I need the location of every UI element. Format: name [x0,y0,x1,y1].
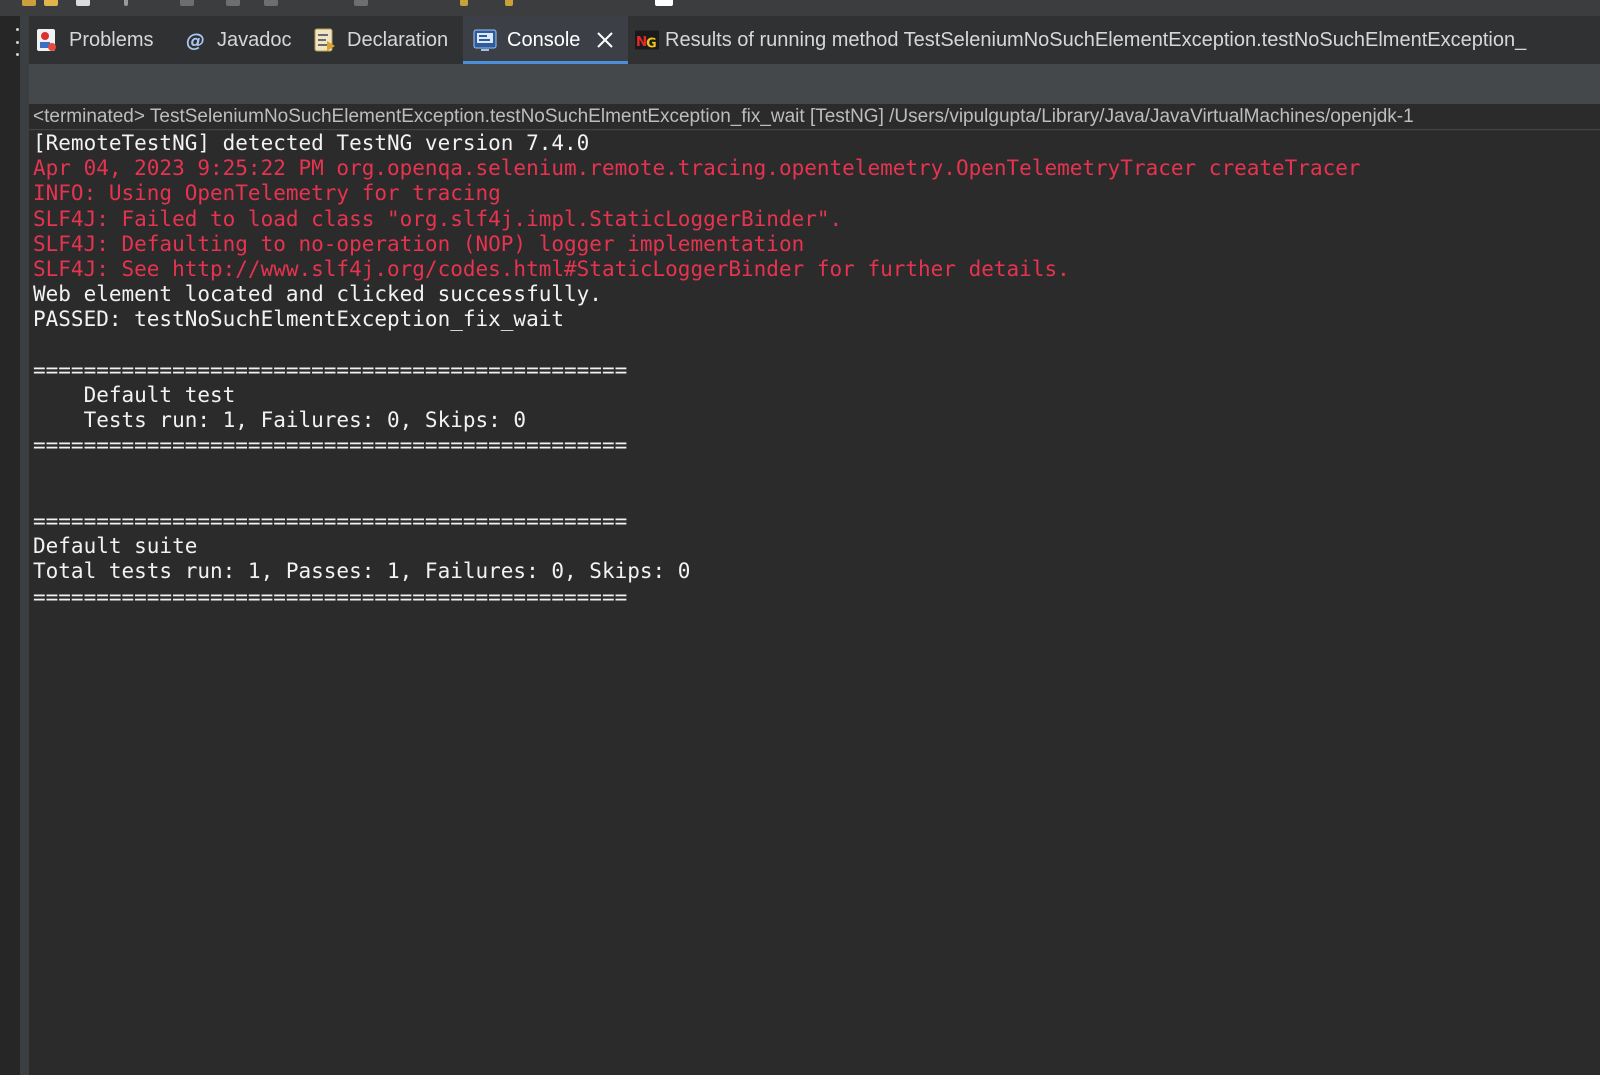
toolbar-icon[interactable] [226,0,240,6]
toolbar-icon[interactable] [264,0,278,6]
console-line: Web element located and clicked successf… [33,282,602,307]
toolbar-icon[interactable] [655,0,673,6]
tab-label: Declaration [347,28,449,51]
tab-label: Javadoc [217,28,292,51]
toolbar-icon[interactable] [44,0,58,6]
console-line: ========================================… [33,509,628,533]
toolbar-icon[interactable] [460,0,468,6]
toolbar-icon[interactable] [22,0,36,6]
console-header: <terminated> TestSeleniumNoSuchElementEx… [29,104,1600,130]
toolbar-icon[interactable] [76,0,90,6]
toolbar-icon[interactable] [124,0,128,6]
console-line: Total tests run: 1, Passes: 1, Failures:… [33,559,691,584]
console-output[interactable]: [RemoteTestNG] detected TestNG version 7… [29,131,1600,1075]
console-line: SLF4J: See http://www.slf4j.org/codes.ht… [33,257,1070,281]
console-line: SLF4J: Defaulting to no-operation (NOP) … [33,231,805,256]
gutter-border [20,16,29,1075]
console-toolbar [29,64,1600,104]
problems-icon [35,27,59,53]
tab-label: Console [507,28,581,51]
console-line: Default test [33,383,236,407]
view-tab-bar: Problems @ Javadoc Declaration Console N… [29,16,1600,64]
close-icon[interactable] [594,29,616,51]
tab-label: Results of running method TestSeleniumNo… [665,28,1527,51]
javadoc-icon: @ [183,27,207,53]
toolbar-icon[interactable] [180,0,194,6]
console-line: [RemoteTestNG] detected TestNG version 7… [33,131,590,155]
left-gutter [0,16,20,1075]
tab-label: Problems [69,28,154,51]
svg-text:@: @ [186,30,205,52]
testng-icon: N G [635,27,659,53]
console-icon [473,27,497,53]
main-toolbar [0,0,1600,16]
tab-testng-results[interactable]: N G Results of running method TestSeleni… [635,16,1526,64]
tab-problems[interactable]: Problems [35,16,153,64]
toolbar-icon[interactable] [354,0,368,6]
eclipse-console-view: Problems @ Javadoc Declaration Console N… [0,0,1600,1075]
tab-javadoc[interactable]: @ Javadoc [183,16,292,64]
console-line: Tests run: 1, Failures: 0, Skips: 0 [33,408,527,433]
toolbar-icon[interactable] [505,0,513,6]
console-line: ========================================… [33,584,628,609]
svg-text:G: G [646,37,657,52]
declaration-icon [313,27,337,53]
console-line: ========================================… [33,433,628,458]
console-line: SLF4J: Failed to load class "org.slf4j.i… [33,206,843,231]
console-line: Apr 04, 2023 9:25:22 PM org.openqa.selen… [33,156,1361,181]
console-line: Default suite [33,534,198,559]
console-line: PASSED: testNoSuchElmentException_fix_wa… [33,307,565,332]
tab-console[interactable]: Console [463,16,629,64]
view-menu-handle-icon[interactable] [16,28,20,56]
tab-declaration[interactable]: Declaration [313,16,448,64]
console-line: INFO: Using OpenTelemetry for tracing [33,181,501,206]
console-line: ========================================… [33,357,628,382]
